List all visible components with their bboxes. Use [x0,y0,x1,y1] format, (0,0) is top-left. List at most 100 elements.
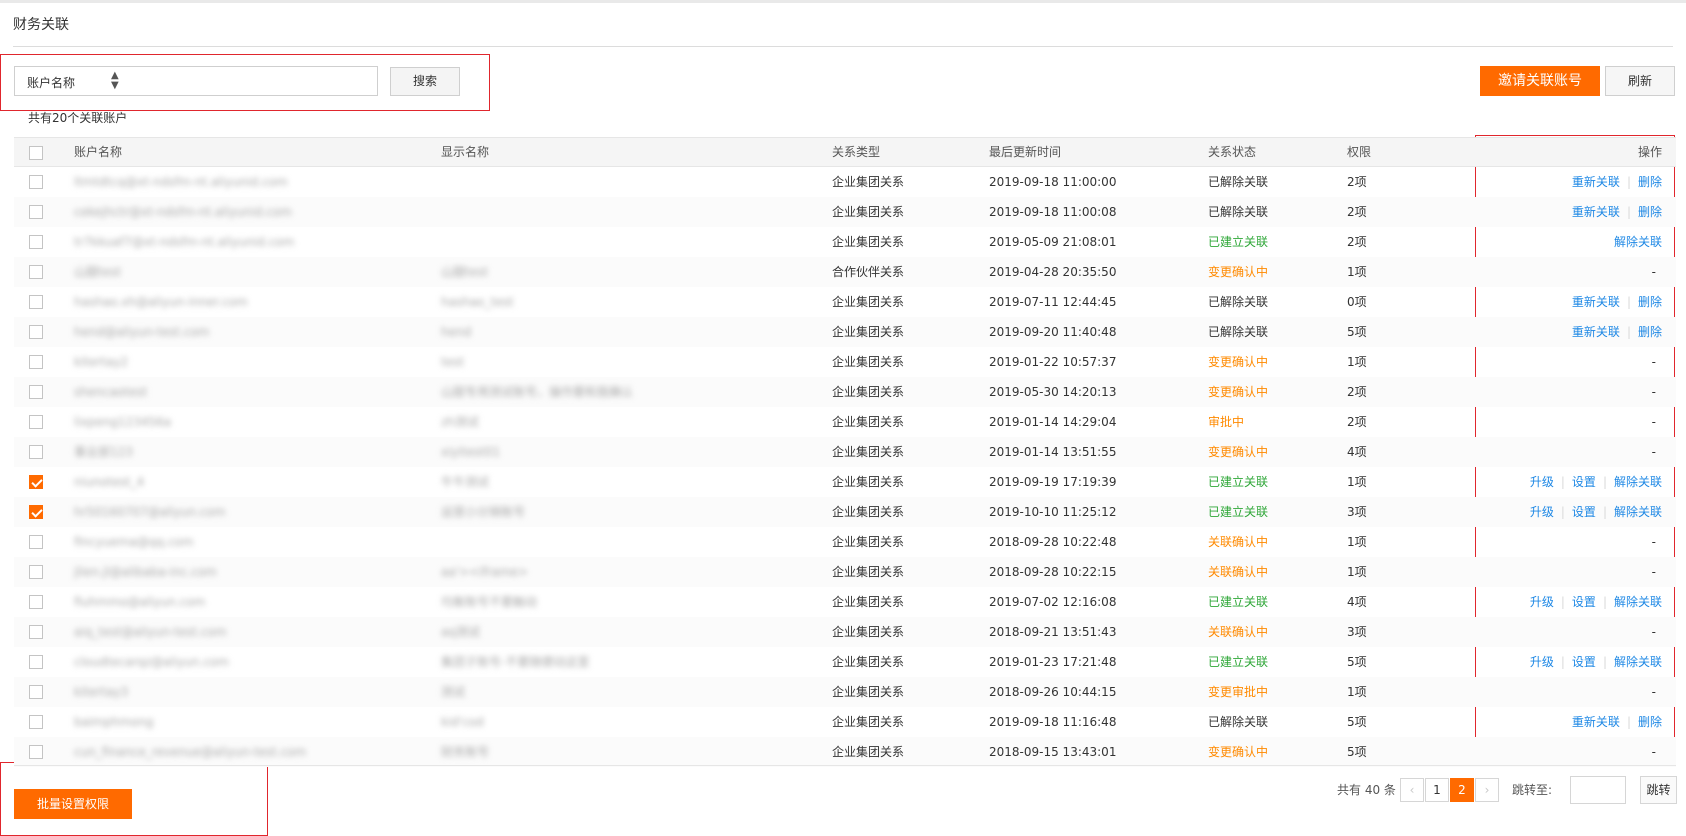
table-row: ltmtdtcq@xt-ndsfm-nt.aliyunid.com 企业集团关系 2… [14,167,1676,197]
display-name-cell: test [441,355,465,369]
operation-link[interactable]: 重新关联 [1572,295,1620,309]
row-checkbox[interactable] [29,205,43,219]
status-cell: 关联确认中 [1208,535,1269,549]
operation-link[interactable]: 重新关联 [1572,175,1620,189]
row-checkbox[interactable] [29,415,43,429]
status-cell: 已建立关联 [1208,235,1269,249]
account-name-cell: tr7kkuaf7@xt-ndsfm-nt.aliyunid.com [74,235,295,249]
batch-set-permissions-button[interactable]: 批量设置权限 [14,789,132,819]
table-header: 账户名称 显示名称 关系类型 最后更新时间 关系状态 权限 操作 [14,137,1676,167]
operation-link[interactable]: 重新关联 [1572,715,1620,729]
operation-link[interactable]: 删除 [1638,325,1662,339]
no-operation-dash: - [1651,535,1656,549]
relation-type-cell: 企业集团关系 [832,475,905,489]
operations-cell: - [1652,347,1662,377]
jump-button[interactable]: 跳转 [1640,776,1677,804]
display-name-cell: hend [441,325,472,339]
status-cell: 已解除关联 [1208,205,1269,219]
operations-cell: - [1652,677,1662,707]
status-cell: 已解除关联 [1208,325,1269,339]
operation-link[interactable]: 升级 [1530,505,1554,519]
status-cell: 关联确认中 [1208,625,1269,639]
operation-link[interactable]: 升级 [1530,655,1554,669]
display-name-cell: kid'cod [441,715,484,729]
operation-link[interactable]: 设置 [1572,595,1596,609]
row-checkbox[interactable] [29,235,43,249]
no-operation-dash: - [1651,445,1656,459]
row-checkbox[interactable] [29,685,43,699]
permissions-cell: 4项 [1347,445,1367,459]
permissions-cell: 1项 [1347,355,1367,369]
search-button[interactable]: 搜索 [390,67,460,96]
operation-separator: | [1560,655,1565,669]
operation-link[interactable]: 解除关联 [1614,595,1662,609]
operations-cell: 重新关联 | 删除 [1572,197,1662,227]
row-checkbox[interactable] [29,265,43,279]
permissions-cell: 5项 [1347,655,1367,669]
last-updated-cell: 2019-09-19 17:19:39 [989,475,1117,489]
status-cell: 变更审批中 [1208,685,1269,699]
row-checkbox[interactable] [29,385,43,399]
operation-link[interactable]: 设置 [1572,475,1596,489]
row-checkbox[interactable] [29,325,43,339]
pagination-prev-button[interactable]: ‹ [1400,778,1424,802]
row-checkbox[interactable] [29,295,43,309]
row-checkbox[interactable] [29,535,43,549]
operation-separator: | [1626,295,1631,309]
row-checkbox[interactable] [29,655,43,669]
row-checkbox[interactable] [29,595,43,609]
row-checkbox[interactable] [29,475,43,489]
row-checkbox[interactable] [29,565,43,579]
no-operation-dash: - [1651,355,1656,369]
display-name-cell: zh测试 [441,415,479,429]
pagination-page-2[interactable]: 2 [1450,778,1474,802]
operation-link[interactable]: 重新关联 [1572,325,1620,339]
jump-page-input[interactable] [1570,776,1626,804]
select-all-checkbox[interactable] [29,146,43,160]
row-checkbox[interactable] [29,715,43,729]
account-field-select[interactable]: 账户名称 ▲ ▼ [14,66,378,96]
operation-link[interactable]: 解除关联 [1614,475,1662,489]
operation-link[interactable]: 解除关联 [1614,505,1662,519]
table-row: 山甜test 山甜test 合作伙伴关系 2019-04-28 20:35:50 变更确… [14,257,1676,287]
pagination-page-1[interactable]: 1 [1425,778,1449,802]
relation-type-cell: 企业集团关系 [832,235,905,249]
permissions-cell: 1项 [1347,535,1367,549]
relation-type-cell: 企业集团关系 [832,445,905,459]
operation-link[interactable]: 删除 [1638,295,1662,309]
relation-type-cell: 企业集团关系 [832,745,905,759]
relation-type-cell: 企业集团关系 [832,655,905,669]
display-name-cell: 牛牛测试 [441,475,490,489]
table-row: lixpeng123456a zh测试 企业集团关系 2019-01-14 14:29… [14,407,1676,437]
row-checkbox[interactable] [29,355,43,369]
operation-link[interactable]: 删除 [1638,715,1662,729]
refresh-button[interactable]: 刷新 [1605,66,1675,96]
row-checkbox[interactable] [29,745,43,759]
row-checkbox[interactable] [29,625,43,639]
table-bottom-border [14,765,1676,766]
account-name-cell: fincyuema@qq.com [74,535,194,549]
operation-link[interactable]: 删除 [1638,175,1662,189]
operation-link[interactable]: 解除关联 [1614,235,1662,249]
operation-link[interactable]: 设置 [1572,655,1596,669]
invite-link-account-button[interactable]: 邀请关联账号 [1480,66,1600,96]
account-name-cell: jlien.jl@alibaba-inc.com [74,565,217,579]
row-checkbox[interactable] [29,445,43,459]
account-name-cell: hend@aliyun-test.com [74,325,210,339]
operation-link[interactable]: 设置 [1572,505,1596,519]
status-cell: 已解除关联 [1208,715,1269,729]
operation-link[interactable]: 重新关联 [1572,205,1620,219]
row-checkbox[interactable] [29,505,43,519]
display-name-cell: xiyitest01 [441,445,501,459]
row-checkbox[interactable] [29,175,43,189]
operation-link[interactable]: 解除关联 [1614,655,1662,669]
operation-link[interactable]: 升级 [1530,475,1554,489]
no-operation-dash: - [1651,565,1656,579]
status-cell: 变更确认中 [1208,745,1269,759]
pagination-next-button[interactable]: › [1475,778,1499,802]
operation-link[interactable]: 删除 [1638,205,1662,219]
operations-cell: 重新关联 | 删除 [1572,317,1662,347]
operation-link[interactable]: 升级 [1530,595,1554,609]
display-name-cell: aa'><iframe> [441,565,529,579]
last-updated-cell: 2018-09-28 10:22:48 [989,535,1117,549]
